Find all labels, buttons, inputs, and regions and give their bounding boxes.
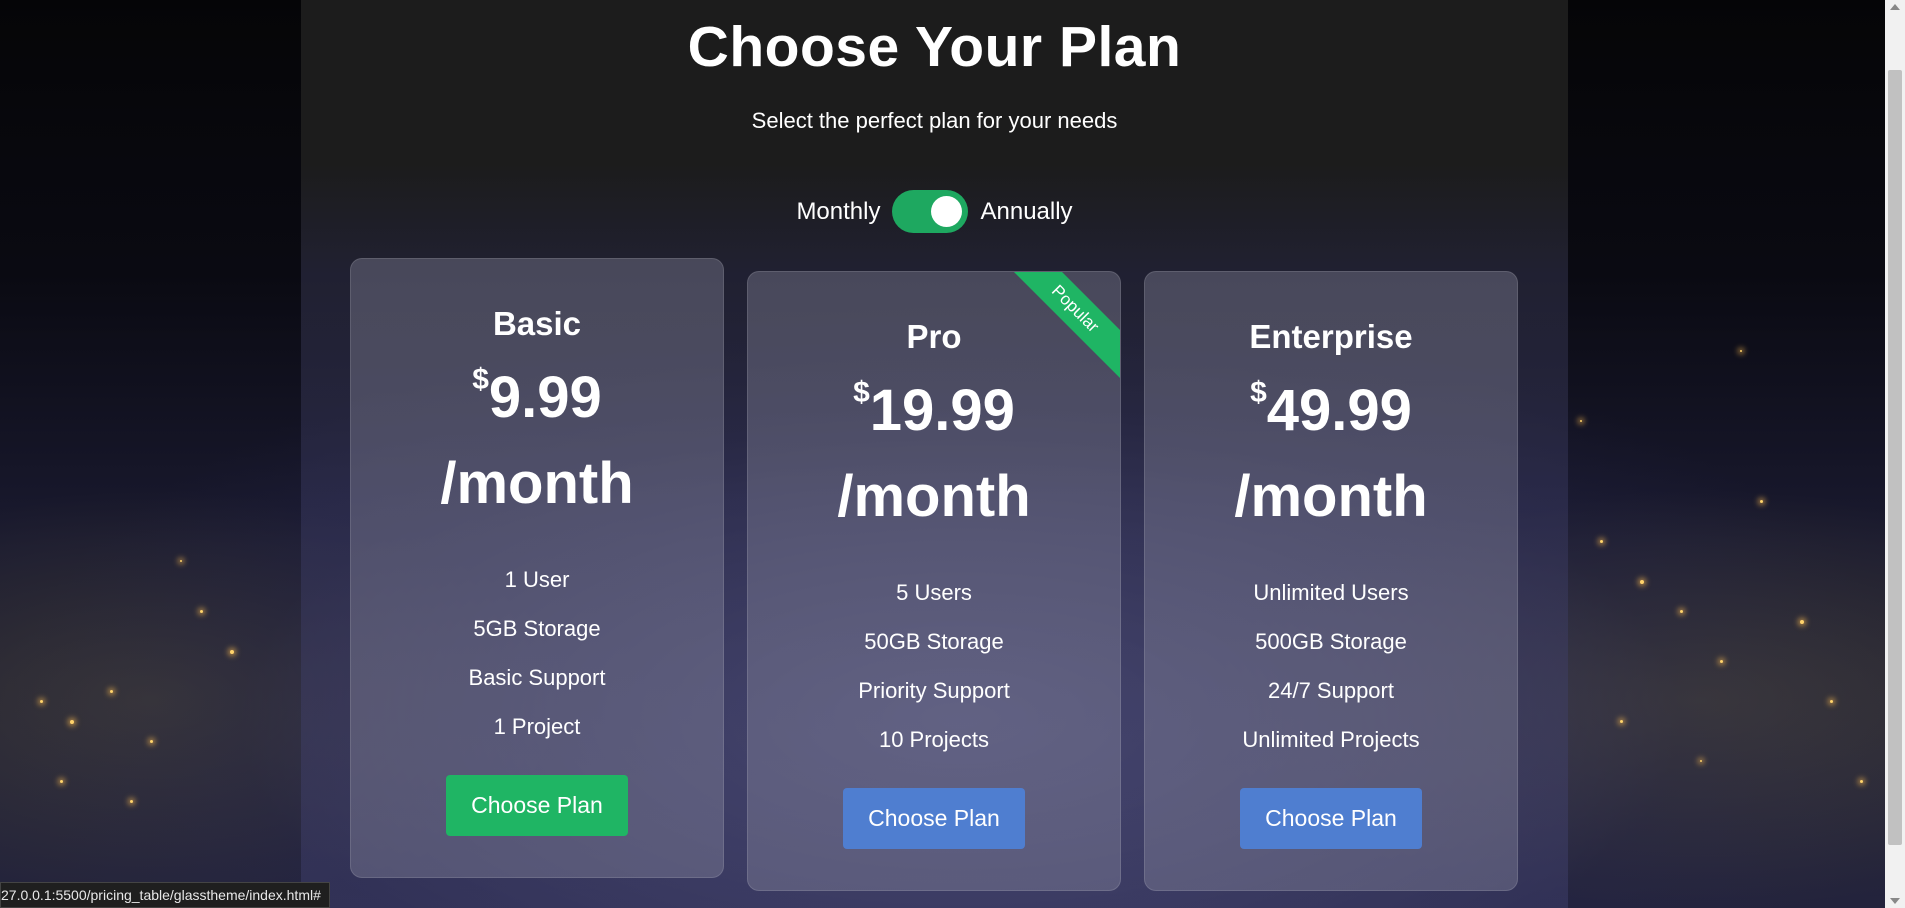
choose-pro-plan-button[interactable]: Choose Plan [843, 788, 1025, 849]
pricing-panel: Choose Your Plan Select the perfect plan… [301, 0, 1568, 908]
billing-period-switch[interactable] [892, 190, 969, 233]
plan-name: Pro [906, 318, 962, 355]
feature-item: 24/7 Support [1268, 678, 1394, 703]
page-title: Choose Your Plan [687, 15, 1182, 79]
choose-basic-plan-button[interactable]: Choose Plan [446, 775, 628, 836]
feature-item: 5GB Storage [473, 616, 601, 641]
billing-monthly-label: Monthly [796, 197, 881, 225]
currency-symbol: $ [472, 363, 489, 396]
vertical-scrollbar[interactable] [1885, 0, 1905, 908]
feature-item: Unlimited Projects [1242, 727, 1420, 752]
plan-card-basic: Basic $9.99 /month 1 User 5GB Storage Ba… [350, 258, 724, 878]
plan-card-enterprise: Enterprise $49.99 /month Unlimited Users… [1144, 271, 1518, 891]
feature-list: 5 Users 50GB Storage Priority Support 10… [748, 568, 1120, 764]
feature-item: 5 Users [896, 580, 972, 605]
plan-name: Basic [492, 305, 582, 342]
feature-item: 500GB Storage [1255, 629, 1407, 654]
page-subtitle: Select the perfect plan for your needs [751, 108, 1118, 133]
choose-enterprise-plan-button[interactable]: Choose Plan [1240, 788, 1422, 849]
plan-price: $49.99 [1145, 378, 1517, 440]
scroll-up-arrow-icon[interactable] [1890, 4, 1900, 10]
plan-name: Enterprise [1249, 318, 1413, 355]
scrollbar-thumb[interactable] [1888, 70, 1902, 845]
billing-toggle-row: Monthly Annually [301, 190, 1568, 233]
price-amount: 9.99 [488, 365, 602, 430]
feature-item: Unlimited Users [1253, 580, 1409, 605]
currency-symbol: $ [1250, 376, 1267, 409]
switch-knob [931, 196, 963, 227]
price-period: /month [837, 464, 1031, 529]
price-amount: 49.99 [1266, 378, 1412, 443]
feature-list: Unlimited Users 500GB Storage 24/7 Suppo… [1145, 568, 1517, 764]
currency-symbol: $ [853, 376, 870, 409]
price-amount: 19.99 [869, 378, 1015, 443]
price-period: /month [1234, 464, 1428, 529]
scroll-down-arrow-icon[interactable] [1890, 898, 1900, 904]
feature-list: 1 User 5GB Storage Basic Support 1 Proje… [351, 555, 723, 751]
feature-item: 1 Project [493, 714, 581, 739]
plan-card-pro: Popular Pro $19.99 /month 5 Users 50GB S… [747, 271, 1121, 891]
feature-item: 10 Projects [878, 727, 990, 752]
feature-item: 50GB Storage [864, 629, 1004, 654]
feature-item: Basic Support [468, 665, 606, 690]
billing-annually-label: Annually [980, 197, 1073, 225]
plan-price: $19.99 [748, 378, 1120, 440]
feature-item: Priority Support [858, 678, 1010, 703]
price-period: /month [440, 451, 634, 516]
link-status-bar: 27.0.0.1:5500/pricing_table/glasstheme/i… [0, 882, 330, 908]
plan-price: $9.99 [351, 365, 723, 427]
feature-item: 1 User [504, 567, 570, 592]
